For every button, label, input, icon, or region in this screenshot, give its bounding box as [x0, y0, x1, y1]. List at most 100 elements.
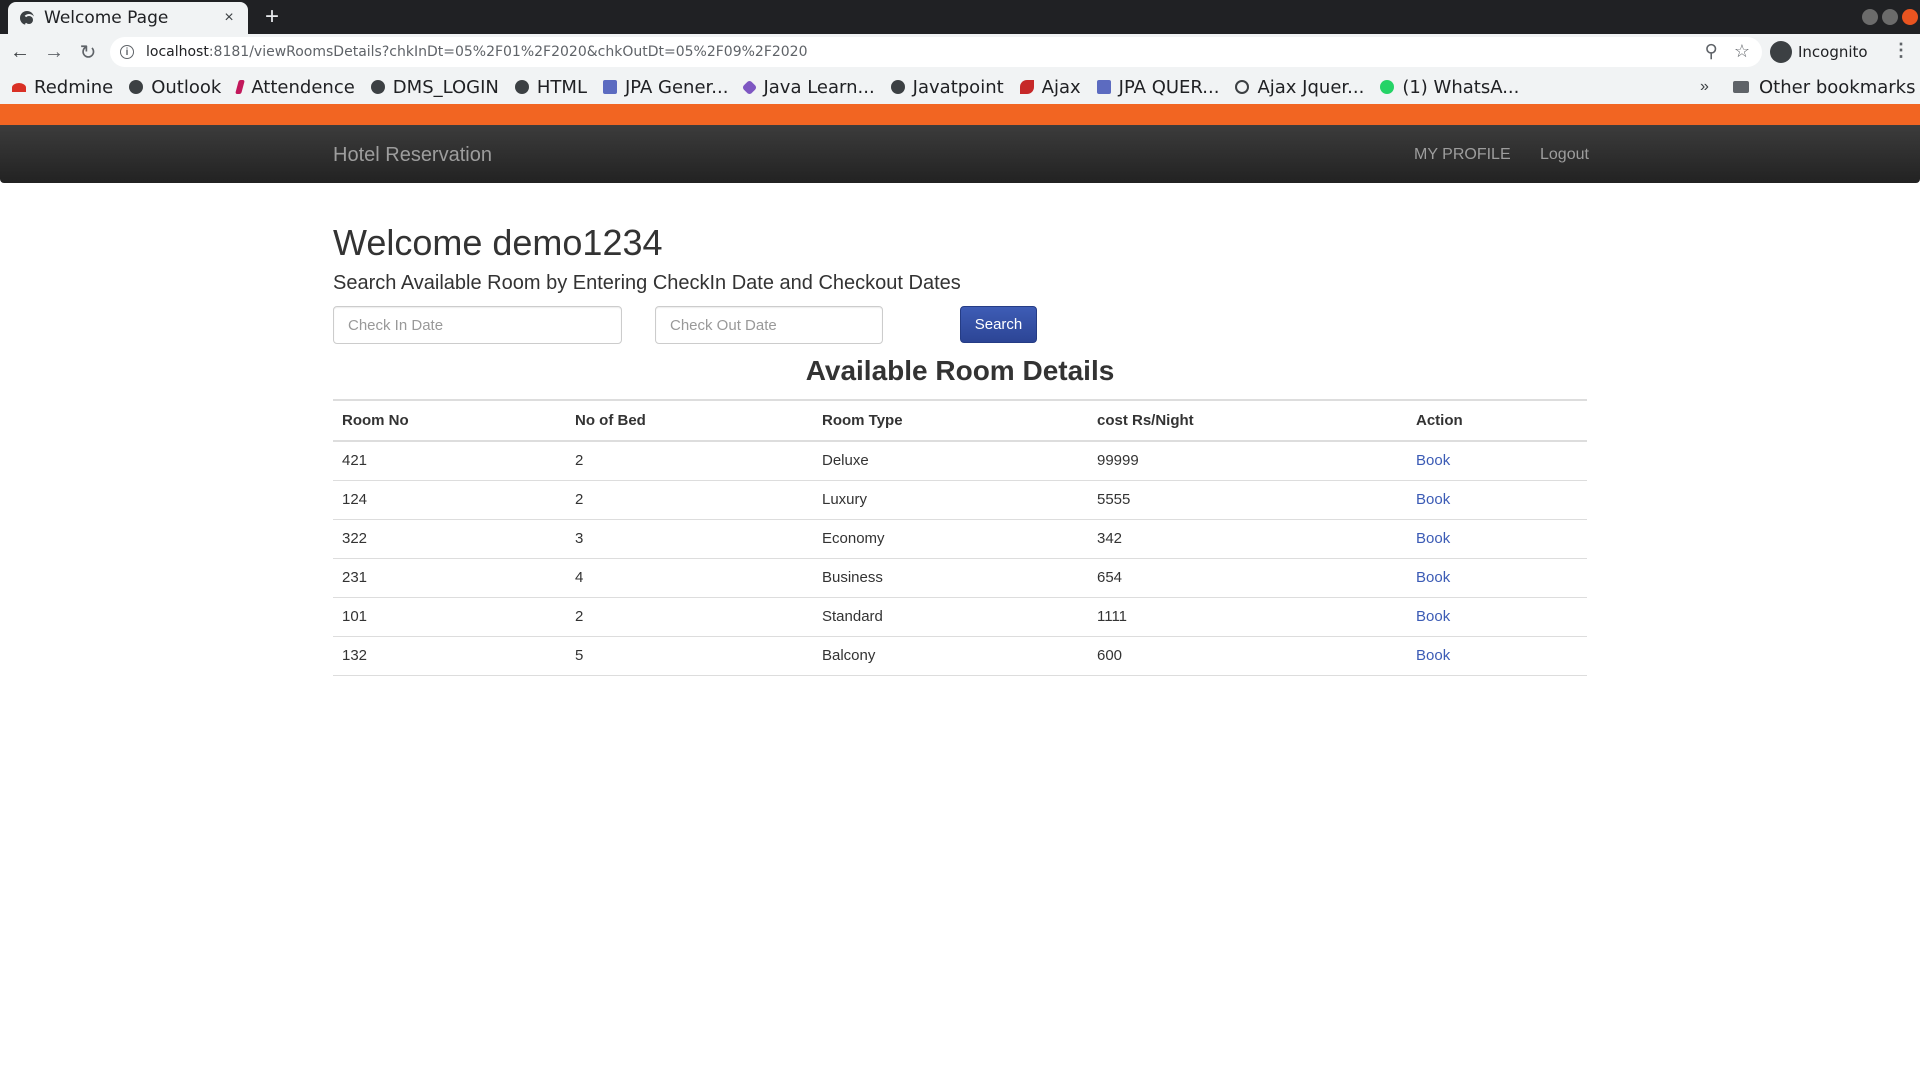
bookmark-label: Outlook — [151, 76, 222, 98]
url-text[interactable]: localhost:8181/viewRoomsDetails?chkInDt=… — [146, 44, 808, 60]
cell-cost: 1111 — [1088, 597, 1407, 637]
ajax-icon — [1019, 80, 1034, 94]
table-row: 124 2 Luxury 5555 Book — [333, 480, 1587, 520]
cell-beds: 2 — [566, 597, 813, 637]
attendence-icon — [235, 80, 246, 94]
cell-room-type: Business — [813, 558, 1088, 598]
bookmark-label: HTML — [536, 76, 587, 98]
cell-action: Book — [1407, 519, 1587, 559]
cell-room-no: 421 — [333, 441, 566, 481]
bookmark-label: (1) WhatsA... — [1402, 76, 1520, 98]
cell-room-no: 101 — [333, 597, 566, 637]
check-out-date-input[interactable] — [655, 306, 883, 344]
cell-room-no: 124 — [333, 480, 566, 520]
bookmark-label: Javatpoint — [912, 76, 1004, 98]
cell-room-type: Economy — [813, 519, 1088, 559]
cell-action: Book — [1407, 597, 1587, 637]
cell-cost: 600 — [1088, 636, 1407, 676]
bookmark-item[interactable]: Outlook — [129, 77, 221, 98]
browser-menu-icon[interactable]: ⋮ — [1892, 40, 1910, 61]
globe-icon — [514, 80, 529, 94]
address-bar[interactable]: i localhost:8181/viewRoomsDetails?chkInD… — [110, 37, 1762, 67]
nav-logout-link[interactable]: Logout — [1540, 146, 1589, 164]
cell-action: Book — [1407, 480, 1587, 520]
cell-action: Book — [1407, 441, 1587, 481]
folder-icon — [1733, 81, 1749, 93]
globe-icon — [20, 11, 35, 26]
zoom-icon[interactable]: ⚲ — [1705, 41, 1718, 62]
bookmark-item[interactable]: Attendence — [235, 77, 355, 98]
bookmark-item[interactable]: Javatpoint — [890, 76, 1004, 98]
bookmark-item[interactable]: DMS_LOGIN — [370, 76, 499, 98]
whatsapp-icon — [1380, 80, 1395, 94]
incognito-label: Incognito — [1798, 43, 1868, 61]
browser-tab[interactable]: Welcome Page × — [8, 2, 248, 34]
bookmark-item[interactable]: Java Learn... — [742, 77, 875, 98]
jpa-icon — [1096, 80, 1111, 94]
table-row: 231 4 Business 654 Book — [333, 558, 1587, 598]
cell-room-type: Standard — [813, 597, 1088, 637]
book-link[interactable]: Book — [1416, 452, 1450, 469]
bookmark-label: DMS_LOGIN — [392, 76, 499, 98]
check-in-date-input[interactable] — [333, 306, 622, 344]
table-row: 101 2 Standard 1111 Book — [333, 597, 1587, 637]
cell-cost: 342 — [1088, 519, 1407, 559]
bookmarks-overflow-button[interactable]: » — [1700, 70, 1709, 104]
other-bookmarks-folder[interactable]: Other bookmarks — [1733, 70, 1915, 104]
globe-icon — [370, 80, 385, 94]
col-no-of-bed: No of Bed — [566, 399, 813, 442]
window-minimize-button[interactable] — [1862, 9, 1878, 25]
forward-button[interactable]: → — [40, 38, 68, 66]
info-icon[interactable]: i — [120, 45, 134, 59]
cell-room-type: Deluxe — [813, 441, 1088, 481]
table-row: 132 5 Balcony 600 Book — [333, 636, 1587, 676]
bookmark-item[interactable]: (1) WhatsA... — [1380, 77, 1519, 98]
back-button[interactable]: ← — [6, 38, 34, 66]
site-navbar: Hotel Reservation MY PROFILE Logout — [0, 125, 1920, 183]
bookmark-item[interactable]: Ajax — [1019, 77, 1081, 98]
table-header-row: Room No No of Bed Room Type cost Rs/Nigh… — [333, 399, 1587, 442]
cell-room-no: 322 — [333, 519, 566, 559]
book-link[interactable]: Book — [1416, 530, 1450, 547]
star-icon[interactable]: ☆ — [1734, 41, 1750, 62]
accent-bar — [0, 104, 1920, 125]
tab-title: Welcome Page — [44, 8, 169, 28]
redmine-icon — [12, 82, 26, 92]
bookmark-item[interactable]: HTML — [514, 76, 587, 98]
incognito-icon — [1770, 41, 1792, 63]
bookmark-item[interactable]: JPA Gener... — [602, 77, 728, 98]
bookmark-item[interactable]: Ajax Jquer... — [1235, 77, 1364, 98]
cell-beds: 2 — [566, 441, 813, 481]
welcome-heading: Welcome demo1234 — [333, 222, 663, 263]
jpa-icon — [602, 80, 617, 94]
bookmark-label: Ajax Jquer... — [1257, 76, 1365, 98]
new-tab-button[interactable]: + — [258, 4, 286, 30]
table-row: 322 3 Economy 342 Book — [333, 519, 1587, 559]
window-close-button[interactable] — [1902, 9, 1918, 25]
book-link[interactable]: Book — [1416, 491, 1450, 508]
navbar-brand[interactable]: Hotel Reservation — [333, 144, 492, 167]
bookmark-label: Redmine — [34, 76, 114, 98]
bookmark-label: JPA QUER... — [1118, 76, 1220, 98]
nav-my-profile-link[interactable]: MY PROFILE — [1414, 146, 1511, 164]
cell-beds: 4 — [566, 558, 813, 598]
bookmark-item[interactable]: JPA QUER... — [1096, 76, 1220, 98]
cell-room-type: Luxury — [813, 480, 1088, 520]
window-maximize-button[interactable] — [1882, 9, 1898, 25]
bookmark-item[interactable]: Redmine — [12, 77, 113, 98]
cell-cost: 99999 — [1088, 441, 1407, 481]
cell-room-type: Balcony — [813, 636, 1088, 676]
book-link[interactable]: Book — [1416, 647, 1450, 664]
other-bookmarks-label: Other bookmarks — [1759, 76, 1916, 98]
reload-button[interactable]: ↻ — [74, 38, 102, 66]
browser-tabstrip: Welcome Page × + — [0, 0, 1920, 34]
col-room-no: Room No — [333, 399, 566, 442]
tab-close-button[interactable]: × — [220, 9, 238, 27]
search-button[interactable]: Search — [960, 306, 1037, 343]
book-link[interactable]: Book — [1416, 569, 1450, 586]
book-link[interactable]: Book — [1416, 608, 1450, 625]
cell-cost: 5555 — [1088, 480, 1407, 520]
incognito-indicator[interactable]: Incognito — [1770, 37, 1868, 67]
rooms-table: Room No No of Bed Room Type cost Rs/Nigh… — [333, 399, 1587, 676]
col-cost: cost Rs/Night — [1088, 399, 1407, 442]
